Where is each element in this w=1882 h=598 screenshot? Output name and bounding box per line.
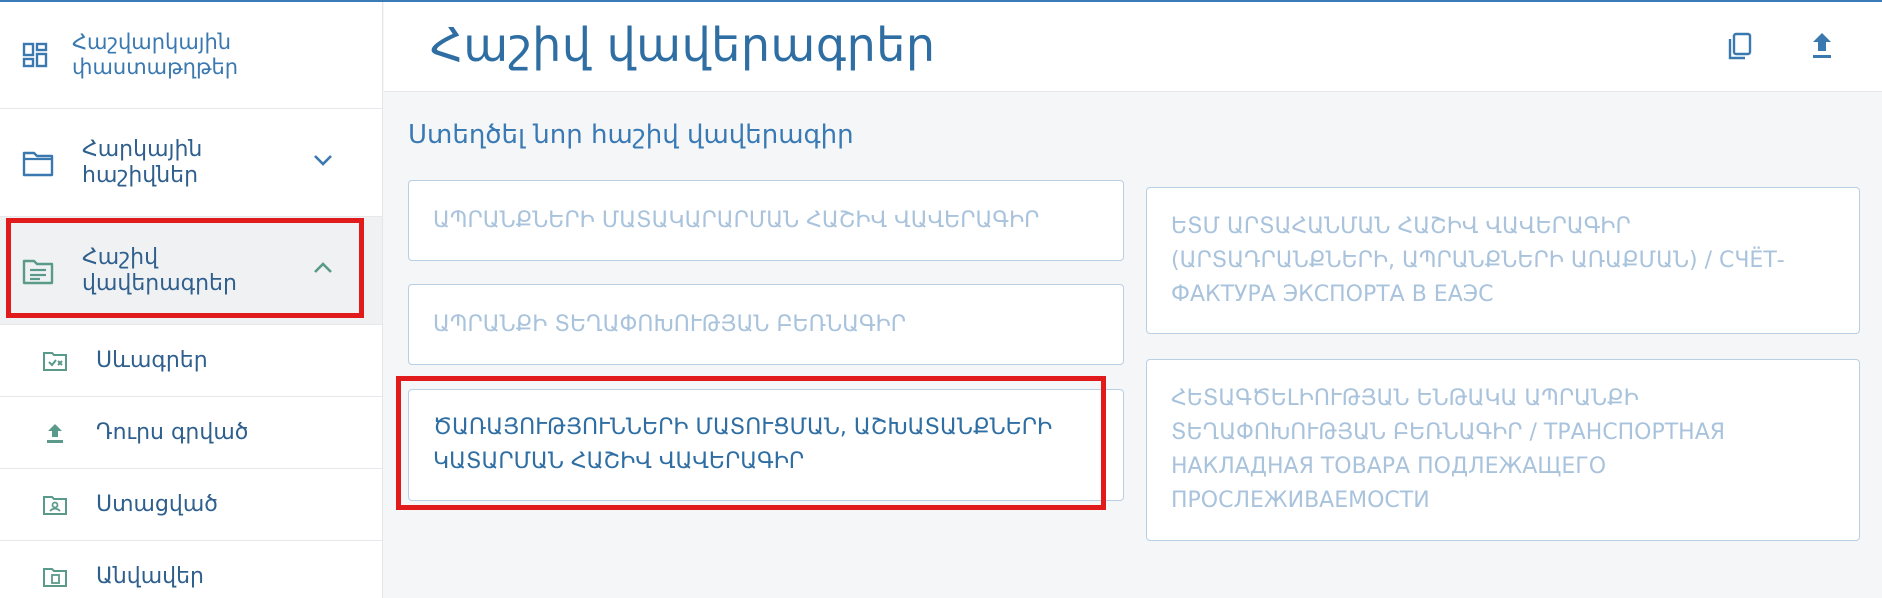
- sidebar-item-tax-invoices[interactable]: Հարկային հաշիվներ: [0, 109, 382, 217]
- create-goods-transfer-waybill-card[interactable]: ԱՊՐԱՆՔԻ ՏԵՂԱՓՈԽՈՒԹՅԱՆ ԲԵՌՆԱԳԻՐ: [408, 284, 1124, 365]
- card-label: ԵՏՄ ԱՐՏԱՀԱՆՄԱՆ ՀԱՇԻՎ ՎԱՎԵՐԱԳԻՐ (ԱՐՏԱԴՐԱՆ…: [1171, 213, 1785, 307]
- create-eaeu-export-invoice-card[interactable]: ԵՏՄ ԱՐՏԱՀԱՆՄԱՆ ՀԱՇԻՎ ՎԱՎԵՐԱԳԻՐ (ԱՐՏԱԴՐԱՆ…: [1146, 187, 1860, 334]
- sidebar-subitem-issued[interactable]: Դուրս գրված: [0, 397, 382, 469]
- sidebar-item-label: Հարկային հաշիվներ: [82, 136, 203, 188]
- highlight-box-sidebar: [6, 218, 364, 318]
- upload-icon: [42, 421, 68, 445]
- sidebar-header-label: Հաշվարկային փաստաթղթեր: [72, 30, 239, 79]
- main-content: Ստեղծել նոր հաշիվ վավերագիր ԱՊՐԱՆՔՆԵՐԻ Մ…: [384, 92, 1882, 598]
- page-header: Հաշիվ վավերագրեր: [384, 2, 1882, 92]
- invalid-folder-icon: [42, 566, 68, 588]
- page-title: Հաշիվ վավերագրեր: [430, 18, 936, 72]
- sidebar-subitem-label: Անվավեր: [96, 564, 205, 589]
- section-title: Ստեղծել նոր հաշիվ վավերագիր: [408, 120, 854, 150]
- create-goods-supply-invoice-card[interactable]: ԱՊՐԱՆՔՆԵՐԻ ՄԱՏԱԿԱՐԱՐՄԱՆ ՀԱՇԻՎ ՎԱՎԵՐԱԳԻՐ: [408, 180, 1124, 261]
- sidebar-subitem-received[interactable]: Ստացված: [0, 469, 382, 541]
- copy-icon: [1724, 30, 1760, 62]
- sidebar-subitem-label: Դուրս գրված: [96, 420, 249, 445]
- export-button[interactable]: [1806, 30, 1842, 66]
- chevron-down-icon[interactable]: [312, 153, 334, 167]
- dashboard-icon: [22, 42, 48, 68]
- sidebar-subitem-label: Ստացված: [96, 492, 218, 517]
- card-label: ԱՊՐԱՆՔՆԵՐԻ ՄԱՏԱԿԱՐԱՐՄԱՆ ՀԱՇԻՎ ՎԱՎԵՐԱԳԻՐ: [433, 207, 1040, 233]
- card-label: ՀԵՏԱԳԾԵԼԻՈՒԹՅԱՆ ԵՆԹԱԿԱ ԱՊՐԱՆՔԻ ՏԵՂԱՓՈԽՈՒ…: [1171, 386, 1726, 513]
- upload-icon: [1806, 30, 1842, 62]
- received-folder-icon: [42, 494, 68, 516]
- sidebar-subitem-invalid[interactable]: Անվավեր: [0, 541, 382, 598]
- sidebar-subitem-drafts[interactable]: Սևագրեր: [0, 325, 382, 397]
- folder-icon: [22, 149, 54, 177]
- create-traceable-goods-waybill-card[interactable]: ՀԵՏԱԳԾԵԼԻՈՒԹՅԱՆ ԵՆԹԱԿԱ ԱՊՐԱՆՔԻ ՏԵՂԱՓՈԽՈՒ…: [1146, 359, 1860, 541]
- sidebar-header[interactable]: Հաշվարկային փաստաթղթեր: [0, 2, 382, 109]
- drafts-folder-icon: [42, 350, 68, 372]
- copy-button[interactable]: [1724, 30, 1760, 66]
- highlight-box-card: [396, 376, 1106, 510]
- card-label: ԱՊՐԱՆՔԻ ՏԵՂԱՓՈԽՈՒԹՅԱՆ ԲԵՌՆԱԳԻՐ: [433, 311, 906, 337]
- sidebar-subitem-label: Սևագրեր: [96, 348, 208, 373]
